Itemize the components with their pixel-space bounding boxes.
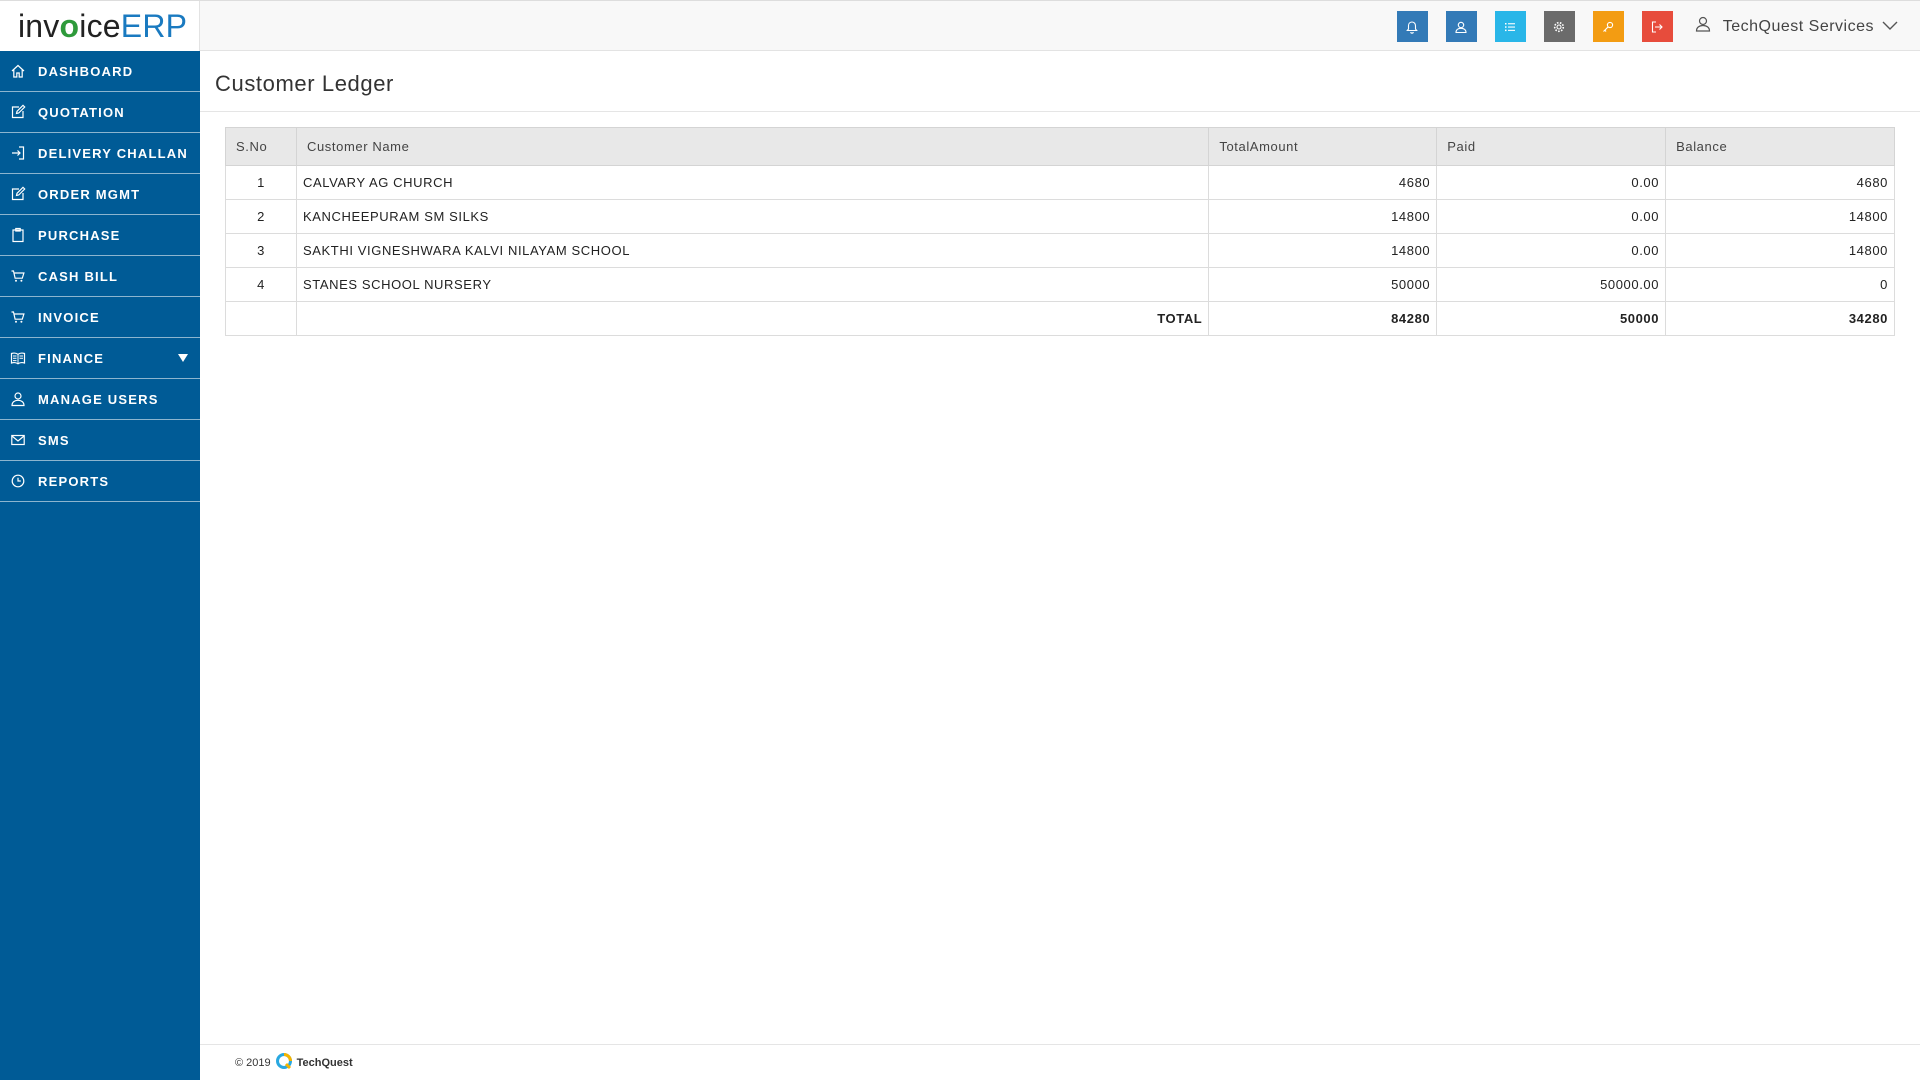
footer-brand: TechQuest <box>296 1056 353 1069</box>
logout-button[interactable] <box>1641 11 1673 42</box>
sidebar-item-label: REPORTS <box>38 473 110 489</box>
cell-balance: 4680 <box>1665 165 1895 200</box>
column-header-paid[interactable]: Paid <box>1436 127 1667 166</box>
bell-button[interactable] <box>1396 11 1428 42</box>
app-logo[interactable]: invoiceERP <box>0 1 200 52</box>
cell-paid: 0.00 <box>1436 199 1667 234</box>
page-title: Customer Ledger <box>215 71 394 96</box>
cell-balance: 0 <box>1665 267 1895 302</box>
users-button[interactable] <box>1445 11 1477 42</box>
sidebar-item-invoice[interactable]: INVOICE <box>0 297 200 338</box>
sidebar-item-finance[interactable]: FINANCE <box>0 338 200 379</box>
sidebar-item-sms[interactable]: SMS <box>0 420 200 461</box>
cell-sno: 1 <box>225 165 297 200</box>
techquest-logo-icon <box>275 1052 293 1073</box>
cell-empty <box>225 301 297 336</box>
user-menu[interactable]: TechQuest Services <box>1695 16 1898 37</box>
cart-icon <box>10 309 26 325</box>
sidebar-item-manage-users[interactable]: MANAGE USERS <box>0 379 200 420</box>
key-button[interactable] <box>1592 11 1624 42</box>
cell-total-amount: 4680 <box>1208 165 1438 200</box>
sidebar-item-cash-bill[interactable]: CASH BILL <box>0 256 200 297</box>
caret-down-icon[interactable] <box>178 354 188 362</box>
sidebar-item-delivery-challan[interactable]: DELIVERY CHALLAN <box>0 133 200 174</box>
table-row: 3 SAKTHI VIGNESHWARA KALVI NILAYAM SCHOOL… <box>225 233 1895 268</box>
user-name: TechQuest Services <box>1722 17 1874 35</box>
column-header-sno[interactable]: S.No <box>225 127 297 166</box>
cell-total-amount: 14800 <box>1208 233 1438 268</box>
sidebar-item-label: CASH BILL <box>38 268 119 284</box>
footer: © 2019 TechQuest <box>200 1044 1920 1080</box>
edit-icon <box>10 104 26 120</box>
cell-customer-name: KANCHEEPURAM SM SILKS <box>295 199 1210 234</box>
sign-in-icon <box>10 145 26 161</box>
list-icon <box>1505 22 1516 31</box>
total-label: TOTAL <box>295 301 1210 336</box>
clipboard-icon <box>10 227 26 243</box>
gear-button[interactable] <box>1543 11 1575 42</box>
gear-icon <box>1554 21 1565 32</box>
cell-balance: 14800 <box>1665 233 1895 268</box>
sidebar-item-label: ORDER MGMT <box>38 186 141 202</box>
sidebar-item-label: QUOTATION <box>38 104 125 120</box>
title-divider <box>200 111 1920 112</box>
sidebar-item-label: SMS <box>38 432 70 448</box>
sidebar: DASHBOARD QUOTATION DELIVERY CHALLAN ORDER … <box>0 51 200 1080</box>
table-row: 2 KANCHEEPURAM SM SILKS 14800 0.00 14800 <box>225 199 1895 234</box>
cell-customer-name: CALVARY AG CHURCH <box>295 165 1210 200</box>
total-paid-sum: 50000 <box>1436 301 1667 336</box>
envelope-icon <box>10 432 26 448</box>
cell-sno: 3 <box>225 233 297 268</box>
logo-text: invoiceERP <box>18 8 188 44</box>
sidebar-item-label: PURCHASE <box>38 227 121 243</box>
cell-paid: 0.00 <box>1436 233 1667 268</box>
cell-total-amount: 14800 <box>1208 199 1438 234</box>
top-actions: TechQuest Services <box>1396 1 1920 52</box>
cart-icon <box>10 268 26 284</box>
list-button[interactable] <box>1494 11 1526 42</box>
copyright-text: © 2019 <box>235 1056 271 1069</box>
column-header-customer-name[interactable]: Customer Name <box>295 127 1210 166</box>
user-icon <box>1695 16 1711 37</box>
cell-customer-name: SAKTHI VIGNESHWARA KALVI NILAYAM SCHOOL <box>295 233 1210 268</box>
table-row: 4 STANES SCHOOL NURSERY 50000 50000.00 0 <box>225 267 1895 302</box>
cell-sno: 4 <box>225 267 297 302</box>
table-header-row: S.No Customer Name TotalAmount Paid Bala… <box>225 127 1895 166</box>
sidebar-item-order-mgmt[interactable]: ORDER MGMT <box>0 174 200 215</box>
sidebar-item-label: DELIVERY CHALLAN <box>38 145 188 161</box>
column-header-total-amount[interactable]: TotalAmount <box>1208 127 1438 166</box>
logout-icon <box>1652 20 1663 33</box>
chevron-down-icon <box>1882 18 1898 36</box>
sidebar-item-quotation[interactable]: QUOTATION <box>0 92 200 133</box>
users-icon <box>1455 21 1467 33</box>
book-icon <box>10 350 26 366</box>
edit-icon <box>10 186 26 202</box>
main-content: Customer Ledger S.No Customer Name Total… <box>200 51 1920 1080</box>
column-header-balance[interactable]: Balance <box>1665 127 1895 166</box>
bell-icon <box>1406 20 1419 34</box>
cell-paid: 0.00 <box>1436 165 1667 200</box>
sidebar-item-reports[interactable]: REPORTS <box>0 461 200 502</box>
total-amount-sum: 84280 <box>1208 301 1438 336</box>
customer-ledger-table: S.No Customer Name TotalAmount Paid Bala… <box>225 127 1895 336</box>
cell-sno: 2 <box>225 199 297 234</box>
sidebar-item-purchase[interactable]: PURCHASE <box>0 215 200 256</box>
cell-total-amount: 50000 <box>1208 267 1438 302</box>
top-bar: invoiceERP TechQuest Services <box>0 0 1920 52</box>
sidebar-item-label: DASHBOARD <box>38 63 134 79</box>
cell-paid: 50000.00 <box>1436 267 1667 302</box>
home-icon <box>10 63 26 79</box>
cell-balance: 14800 <box>1665 199 1895 234</box>
total-row: TOTAL 84280 50000 34280 <box>225 301 1895 336</box>
table-row: 1 CALVARY AG CHURCH 4680 0.00 4680 <box>225 165 1895 200</box>
sidebar-item-dashboard[interactable]: DASHBOARD <box>0 51 200 92</box>
cell-customer-name: STANES SCHOOL NURSERY <box>295 267 1210 302</box>
user-icon <box>10 391 26 407</box>
total-balance-sum: 34280 <box>1665 301 1895 336</box>
key-icon <box>1603 21 1614 32</box>
sidebar-item-label: FINANCE <box>38 350 105 366</box>
clock-icon <box>10 473 26 489</box>
sidebar-item-label: INVOICE <box>38 309 100 325</box>
sidebar-item-label: MANAGE USERS <box>38 391 159 407</box>
